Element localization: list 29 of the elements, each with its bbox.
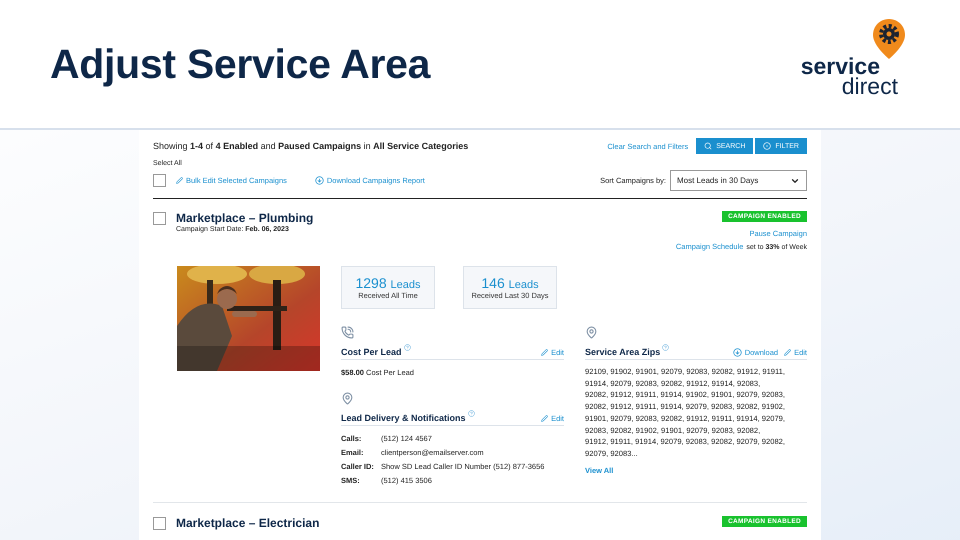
download-icon	[314, 176, 324, 185]
help-icon[interactable]	[662, 344, 670, 351]
logo-text: service	[800, 56, 880, 76]
section-title: Service Area Zips	[585, 344, 670, 357]
results-summary: Showing 1-4 of 4 Enabled and Paused Campaigns in All Service Categories	[153, 141, 468, 151]
campaign-title: Marketplace – Plumbing	[176, 211, 314, 225]
filter-icon	[763, 142, 772, 150]
section-title: Cost Per Lead	[341, 344, 411, 357]
help-icon[interactable]	[404, 344, 411, 351]
select-all-checkbox[interactable]	[153, 174, 166, 187]
location-pin-icon	[585, 326, 598, 339]
campaign-title: Marketplace – Electrician	[176, 516, 320, 530]
pencil-icon	[541, 415, 548, 422]
checkbox[interactable]	[153, 212, 166, 224]
logo-text: direct	[842, 76, 898, 96]
location-pin-icon	[341, 392, 354, 405]
download-icon	[732, 348, 742, 357]
search-icon	[704, 142, 712, 150]
sort-select[interactable]: Most Leads in 30 Days	[670, 170, 807, 191]
pencil-icon	[176, 177, 183, 184]
page-title: Adjust Service Area	[50, 40, 430, 88]
section-title: Lead Delivery & Notifications	[341, 410, 475, 423]
checkbox[interactable]	[153, 516, 166, 530]
phone-icon	[341, 326, 354, 339]
stat-value: 1298 Leads	[355, 275, 421, 291]
stat-value: 146 Leads	[481, 275, 539, 291]
help-icon[interactable]	[468, 410, 475, 417]
pencil-icon	[541, 349, 548, 356]
pencil-icon	[784, 349, 792, 356]
